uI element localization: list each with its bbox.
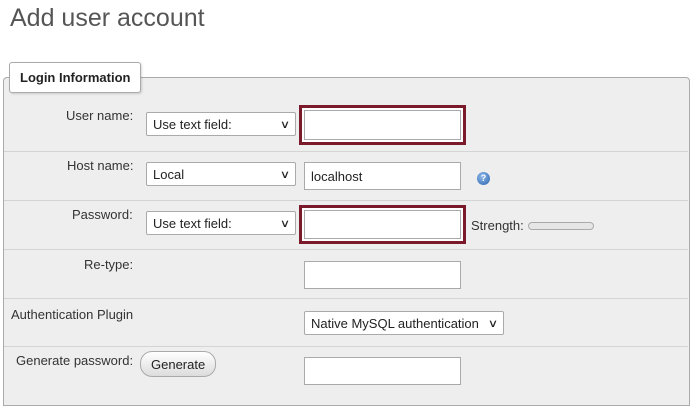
chevron-down-icon: ∨ (279, 168, 291, 181)
auth-plugin-label: Authentication Plugin (11, 307, 134, 322)
password-input[interactable] (299, 205, 466, 244)
username-type-select[interactable]: Use text field: ∨ (146, 112, 296, 136)
generate-label: Generate password: (16, 353, 134, 368)
password-strength-meter (528, 222, 594, 230)
username-input-box (304, 110, 461, 140)
password-type-select-value: Use text field: (153, 215, 232, 231)
username-type-select-value: Use text field: (153, 116, 232, 132)
retype-label: Re-type: (84, 257, 134, 272)
hostname-type-select[interactable]: Local ∨ (146, 162, 296, 186)
retype-input[interactable] (304, 261, 461, 289)
fieldset-legend: Login Information (9, 62, 142, 93)
password-type-select[interactable]: Use text field: ∨ (146, 211, 296, 235)
help-icon[interactable]: ? (477, 172, 490, 185)
password-label: Password: (72, 207, 133, 222)
generate-button[interactable]: Generate (140, 351, 217, 377)
auth-plugin-select[interactable]: Native MySQL authentication ∨ (304, 311, 504, 335)
auth-plugin-select-value: Native MySQL authentication (311, 315, 479, 331)
hostname-input-value: localhost (311, 168, 363, 184)
chevron-down-icon: ∨ (279, 217, 291, 230)
hostname-type-select-value: Local (153, 166, 185, 182)
strength-label: Strength: (471, 218, 524, 233)
chevron-down-icon: ∨ (279, 118, 291, 131)
hostname-input[interactable]: localhost (304, 162, 461, 190)
generated-password-input[interactable] (304, 357, 461, 385)
page-title: Add user account (10, 4, 205, 32)
chevron-down-icon: ∨ (487, 317, 499, 330)
hostname-label: Host name: (67, 158, 134, 173)
password-input-box (304, 210, 461, 239)
username-label: User name: (66, 108, 134, 123)
username-input[interactable] (299, 105, 466, 145)
